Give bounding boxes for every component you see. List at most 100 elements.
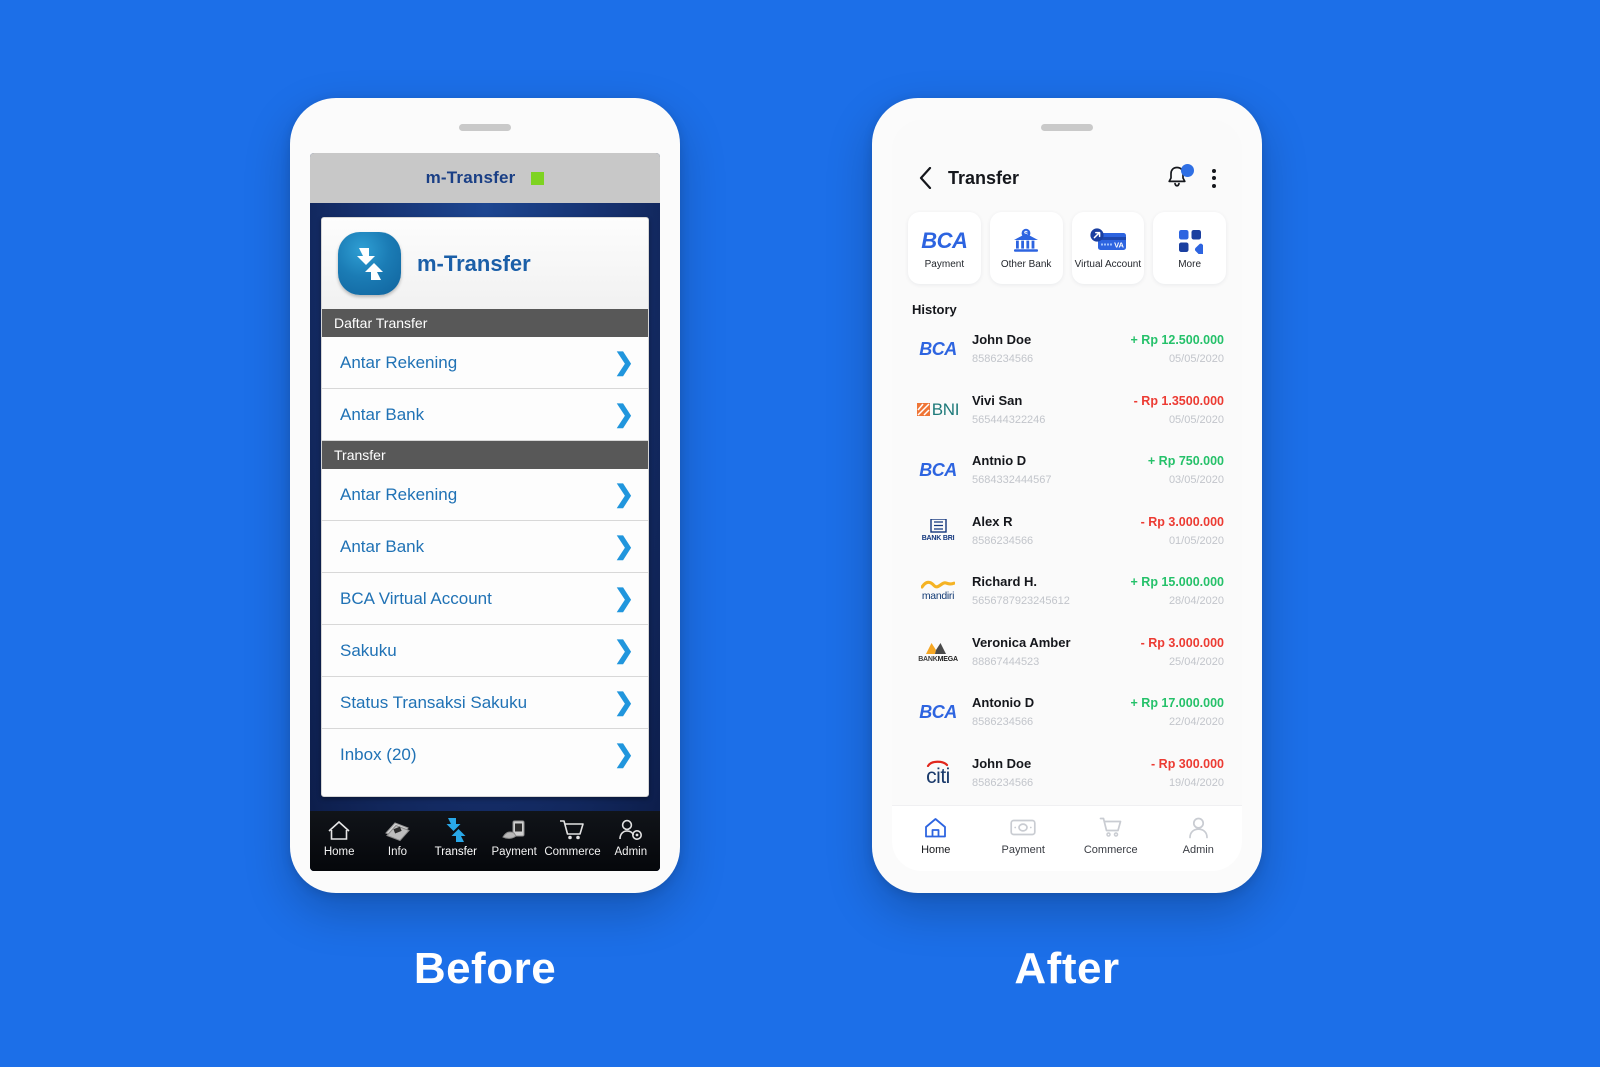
bca-logo-icon: BCA (921, 227, 968, 253)
history-list[interactable]: BCA John Doe 8586234566 + Rp 12.500.000 … (892, 319, 1242, 805)
virtual-account-card-icon: VA (1089, 227, 1127, 255)
old-tab-info[interactable]: Info (368, 816, 426, 858)
history-amount: - Rp 3.000.000 (1140, 635, 1224, 650)
new-app-header: Transfer (892, 120, 1242, 196)
new-tab-payment[interactable]: Payment (980, 816, 1068, 856)
history-row[interactable]: citi John Doe 8586234566 - Rp 300.000 19… (910, 743, 1224, 804)
m-transfer-logo-icon (338, 232, 401, 295)
old-tab-label: Transfer (434, 846, 478, 858)
history-row[interactable]: BCA John Doe 8586234566 + Rp 12.500.000 … (910, 319, 1224, 380)
history-date: 25/04/2020 (1168, 655, 1224, 668)
chevron-right-icon: ❯ (613, 400, 634, 428)
old-tab-payment[interactable]: Payment (485, 816, 543, 858)
old-tab-label: Commerce (544, 846, 601, 858)
phone-speaker-slot (459, 124, 511, 131)
history-recipient-name: Antnio D (972, 453, 1027, 469)
history-row[interactable]: BCA Antonio D 8586234566 + Rp 17.000.000… (910, 682, 1224, 743)
history-recipient-name: John Doe (972, 755, 1032, 771)
history-row[interactable]: BNI Vivi San 565444322246 - Rp 1.3500.00… (910, 380, 1224, 441)
info-cards-icon (384, 816, 411, 844)
chevron-left-icon[interactable] (912, 165, 938, 191)
history-amount: + Rp 17.000.000 (1130, 696, 1224, 711)
new-tab-commerce[interactable]: Commerce (1067, 816, 1155, 856)
new-tab-label: Payment (1001, 843, 1045, 856)
old-menu-item-antar-rekening-daftar[interactable]: Antar Rekening ❯ (322, 337, 648, 389)
home-icon (924, 816, 947, 840)
old-tab-label: Payment (491, 846, 537, 858)
history-section-title: History (912, 302, 957, 317)
shopping-cart-icon (1099, 816, 1123, 840)
old-menu-item-antar-rekening[interactable]: Antar Rekening ❯ (322, 469, 648, 521)
history-amount: - Rp 1.3500.000 (1133, 393, 1224, 408)
tile-payment[interactable]: BCA Payment (908, 212, 981, 284)
quick-action-tiles: BCA Payment $ Other Bank (892, 196, 1242, 294)
history-account-number: 8586234566 (972, 534, 1034, 547)
old-tab-home[interactable]: Home (310, 816, 368, 858)
history-account-number: 5656787923245612 (972, 595, 1070, 608)
history-amount: - Rp 300.000 (1151, 756, 1224, 771)
notification-badge-dot (1181, 164, 1194, 177)
old-menu-item-sakuku[interactable]: Sakuku ❯ (322, 625, 648, 677)
tile-label: Payment (924, 258, 965, 270)
tile-virtual-account[interactable]: VA Virtual Account (1071, 212, 1145, 284)
history-row[interactable]: mandiri Richard H. 5656787923245612 + Rp… (910, 561, 1224, 622)
new-tab-home[interactable]: Home (892, 816, 980, 856)
history-account-number: 8586234566 (972, 776, 1034, 789)
old-menu-item-inbox[interactable]: Inbox (20) ❯ (322, 729, 648, 781)
old-menu-item-antar-bank[interactable]: Antar Bank ❯ (322, 521, 648, 573)
mandiri-logo-icon: mandiri (910, 580, 966, 602)
history-recipient-name: Richard H. (972, 574, 1038, 590)
old-menu-item-label: Inbox (20) (340, 745, 417, 764)
old-menu-item-label: BCA Virtual Account (340, 588, 492, 608)
history-recipient-name: Veronica Amber (972, 634, 1071, 650)
tile-other-bank[interactable]: $ Other Bank (989, 212, 1063, 284)
old-section-heading-daftar: Daftar Transfer (322, 309, 648, 337)
shopping-cart-icon (559, 816, 585, 844)
old-menu-item-bca-virtual-account[interactable]: BCA Virtual Account ❯ (322, 573, 648, 625)
old-tab-commerce[interactable]: Commerce (543, 816, 601, 858)
history-row[interactable]: BCA Antnio D 5684332444567 + Rp 750.000 … (910, 440, 1224, 501)
old-tab-transfer[interactable]: Transfer (427, 816, 485, 858)
old-tab-admin[interactable]: Admin (602, 816, 660, 858)
page-title: Transfer (948, 167, 1020, 188)
history-account-number: 8586234566 (972, 353, 1034, 366)
history-date: 01/05/2020 (1168, 534, 1224, 547)
old-menu-item-status-transaksi-sakuku[interactable]: Status Transaksi Sakuku ❯ (322, 677, 648, 729)
after-phone-screen: Transfer BCA Payment $ (892, 120, 1242, 871)
bca-logo-icon: BCA (919, 701, 957, 722)
old-app-statusbar: m-Transfer (310, 153, 660, 203)
bca-logo-icon: BCA (919, 459, 957, 480)
old-menu-item-label: Antar Bank (340, 404, 425, 424)
history-account-number: 88867444523 (972, 655, 1040, 668)
kebab-menu-icon[interactable] (1206, 167, 1222, 190)
chevron-right-icon: ❯ (613, 480, 634, 508)
old-menu-item-label: Antar Bank (340, 536, 425, 556)
caption-before: Before (413, 944, 557, 993)
history-row[interactable]: BANK BRI Alex R 8586234566 - Rp 3.000.00… (910, 501, 1224, 562)
chevron-right-icon: ❯ (613, 636, 634, 664)
history-account-number: 5684332444567 (972, 474, 1052, 487)
green-led-icon (531, 171, 545, 185)
history-account-number: 8586234566 (972, 716, 1034, 729)
before-phone-screen: m-Transfer m-Transfer Daftar Transfer An… (310, 153, 660, 871)
caption-after: After (1014, 944, 1120, 993)
new-tab-label: Commerce (1083, 843, 1138, 856)
bell-icon[interactable] (1166, 164, 1194, 191)
old-bottom-tabbar: Home Info Transfer Payment Commerce Admi… (310, 811, 660, 871)
old-tab-label: Admin (614, 846, 648, 858)
old-statusbar-title: m-Transfer (425, 168, 516, 187)
tile-label: Other Bank (1000, 258, 1052, 270)
history-recipient-name: Vivi San (972, 392, 1023, 408)
old-menu-item-antar-bank-daftar[interactable]: Antar Bank ❯ (322, 389, 648, 441)
payment-hand-phone-icon (501, 816, 527, 844)
transfer-arrows-icon (445, 816, 467, 844)
old-menu-item-label: Sakuku (340, 640, 397, 660)
old-card-header: m-Transfer (322, 218, 648, 309)
history-recipient-name: John Doe (972, 332, 1032, 348)
tile-more[interactable]: More (1153, 212, 1226, 284)
old-tab-label: Info (387, 846, 408, 858)
new-tab-admin[interactable]: Admin (1155, 816, 1243, 856)
bca-logo-icon: BCA (919, 338, 957, 359)
banknote-icon (1010, 816, 1036, 840)
history-row[interactable]: BANKMEGA Veronica Amber 88867444523 - Rp… (910, 622, 1224, 683)
